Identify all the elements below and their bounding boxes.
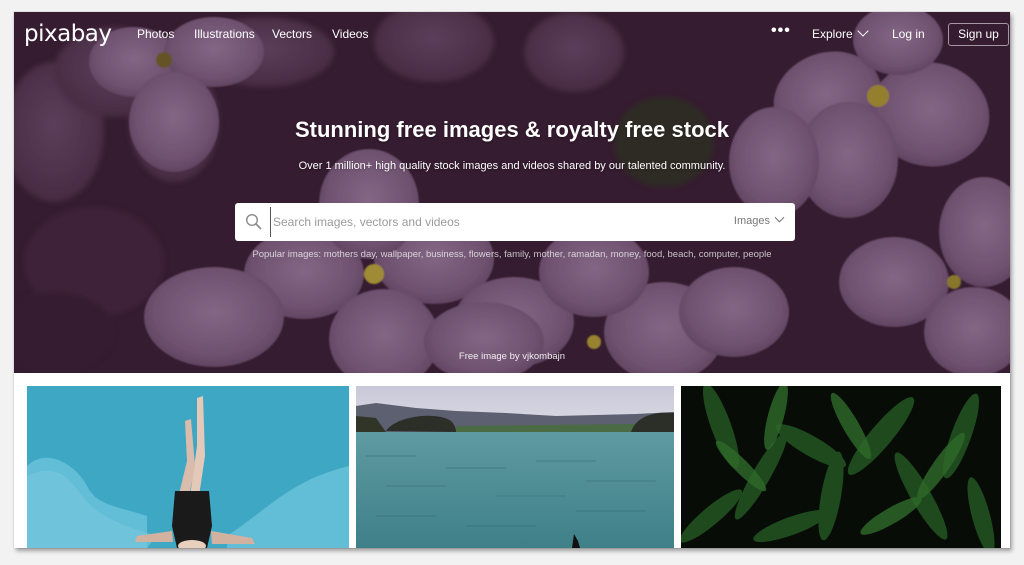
signup-button[interactable]: Sign up	[948, 23, 1009, 46]
popular-tags: Popular images: mothers day, wallpaper, …	[14, 249, 1010, 260]
popular-tag[interactable]: people	[743, 249, 772, 260]
explore-menu[interactable]: Explore	[812, 25, 869, 41]
nav-illustrations[interactable]: Illustrations	[194, 27, 255, 41]
top-navigation: pixabay Photos Illustrations Vectors Vid…	[14, 12, 1010, 56]
popular-tag[interactable]: money	[611, 249, 639, 260]
popular-label: Popular images:	[252, 249, 322, 260]
more-menu-icon[interactable]: •••	[771, 22, 791, 40]
nav-vectors[interactable]: Vectors	[272, 27, 312, 41]
popular-tag[interactable]: flowers	[469, 249, 499, 260]
pool-float-photo	[27, 386, 349, 548]
popular-tag[interactable]: mother	[534, 249, 563, 260]
chevron-down-icon	[774, 212, 785, 223]
image-gallery	[14, 373, 1010, 548]
popular-tag[interactable]: food	[644, 249, 663, 260]
popular-tag[interactable]: beach	[668, 249, 694, 260]
popular-tag[interactable]: ramadan	[568, 249, 606, 260]
browser-window: pixabay Photos Illustrations Vectors Vid…	[14, 12, 1010, 548]
nav-photos[interactable]: Photos	[137, 27, 174, 41]
nav-videos[interactable]: Videos	[332, 27, 368, 41]
login-link[interactable]: Log in	[892, 27, 925, 41]
search-type-dropdown[interactable]: Images	[733, 212, 785, 227]
popular-tag[interactable]: computer	[699, 249, 738, 260]
gallery-image-pool[interactable]	[27, 386, 349, 548]
pixabay-logo[interactable]: pixabay	[24, 21, 112, 47]
search-type-label: Images	[733, 215, 770, 227]
popular-tag[interactable]: mothers day	[324, 249, 376, 260]
explore-label: Explore	[812, 27, 853, 41]
sea-bay-photo	[356, 386, 674, 548]
hero-banner: pixabay Photos Illustrations Vectors Vid…	[14, 12, 1010, 373]
popular-tag[interactable]: business	[426, 249, 464, 260]
gallery-image-sea[interactable]	[356, 386, 674, 548]
search-bar: Images	[235, 203, 795, 241]
gallery-image-leaves[interactable]	[681, 386, 1001, 548]
hero-background-image	[14, 12, 1010, 373]
hero-subtitle: Over 1 million+ high quality stock image…	[298, 160, 726, 172]
search-input[interactable]	[270, 207, 690, 237]
popular-tag[interactable]: wallpaper	[381, 249, 421, 260]
hero-title: Stunning free images & royalty free stoc…	[294, 117, 730, 142]
popular-tag[interactable]: family	[504, 249, 528, 260]
tropical-leaves-photo	[681, 386, 1001, 548]
image-credit[interactable]: Free image by vjkombajn	[14, 351, 1010, 362]
popular-tag-list: mothers day, wallpaper, business, flower…	[323, 249, 772, 260]
chevron-down-icon	[857, 25, 869, 37]
search-icon[interactable]	[245, 213, 262, 230]
